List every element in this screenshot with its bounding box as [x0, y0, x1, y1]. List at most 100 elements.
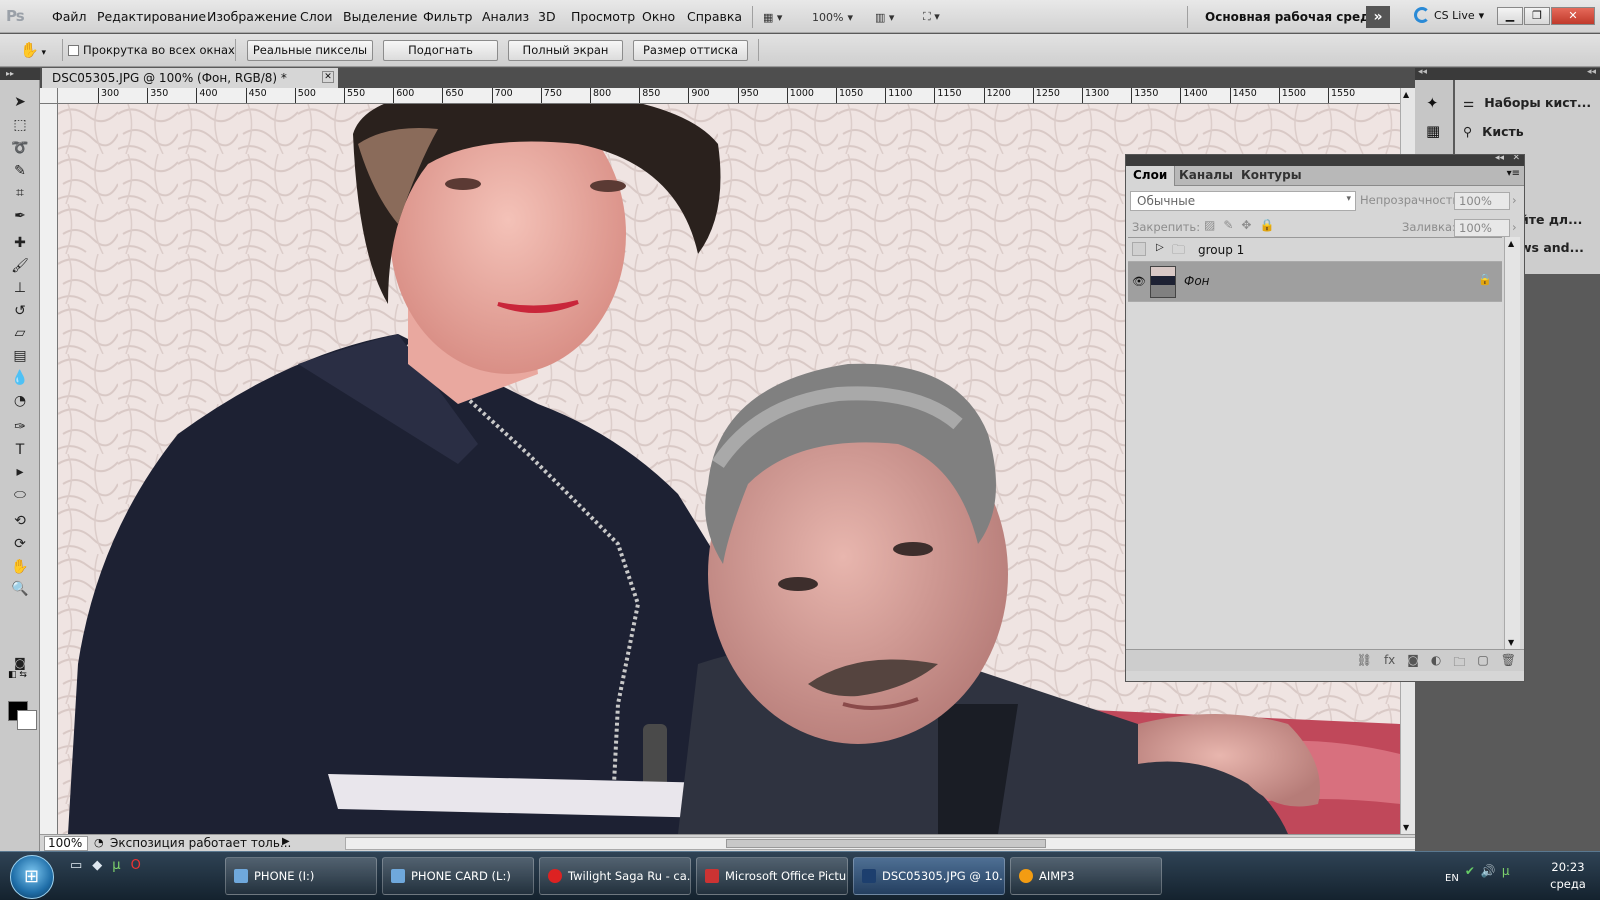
fill-field[interactable]: 100%: [1454, 219, 1510, 237]
menu-3d[interactable]: 3D: [538, 9, 556, 24]
eyedropper-tool-icon[interactable]: ✒: [9, 206, 31, 226]
horizontal-scrollbar[interactable]: [345, 837, 1425, 850]
taskbar-item-opera[interactable]: Twilight Saga Ru - ca...: [539, 857, 691, 895]
scroll-all-windows-checkbox[interactable]: Прокрутка во всех окнах: [68, 43, 235, 57]
menu-view[interactable]: Просмотр: [571, 9, 635, 24]
taskbar-item-aimp[interactable]: AIMP3: [1010, 857, 1162, 895]
lock-image-icon[interactable]: ✎: [1223, 218, 1233, 232]
background-color-swatch[interactable]: [17, 710, 37, 730]
healing-brush-tool-icon[interactable]: ✚: [9, 233, 31, 253]
zoom-level-select[interactable]: 100% ▾: [812, 7, 853, 27]
tab-paths[interactable]: Контуры: [1234, 166, 1309, 186]
adjustment-layer-icon[interactable]: ◐: [1431, 653, 1441, 674]
layer-row-background[interactable]: 👁 Фон 🔒: [1128, 262, 1502, 302]
brush-tool-icon[interactable]: 🖌: [9, 256, 31, 276]
volume-icon[interactable]: 🔊: [1481, 864, 1496, 878]
menu-edit[interactable]: Редактирование: [97, 9, 206, 24]
menu-filter[interactable]: Фильтр: [423, 9, 472, 24]
collapse-icon[interactable]: ◂◂: [1495, 155, 1504, 163]
lock-position-icon[interactable]: ✥: [1241, 218, 1251, 232]
eraser-tool-icon[interactable]: ▱: [9, 323, 31, 343]
pen-tool-icon[interactable]: ✑: [9, 417, 31, 437]
document-tab[interactable]: DSC05305.JPG @ 100% (Фон, RGB/8) * ✕: [42, 68, 338, 88]
menu-layers[interactable]: Слои: [300, 9, 333, 24]
new-group-icon[interactable]: 🗀: [1453, 653, 1465, 674]
cs-live-menu[interactable]: CS Live ▾: [1414, 7, 1484, 23]
move-tool-icon[interactable]: ➤: [9, 92, 31, 112]
collapse-icon[interactable]: ◂◂: [1418, 67, 1427, 77]
menu-window[interactable]: Окно: [642, 9, 675, 24]
opera-icon[interactable]: O: [131, 858, 141, 873]
language-indicator[interactable]: EN: [1445, 873, 1459, 884]
path-selection-tool-icon[interactable]: ▸: [9, 462, 31, 482]
screen-mode-toggle-button[interactable]: ⛶ ▾: [923, 7, 940, 27]
print-size-button[interactable]: Размер оттиска: [633, 40, 748, 61]
visibility-toggle[interactable]: [1132, 242, 1146, 256]
scroll-up-icon[interactable]: ▲: [1508, 239, 1514, 248]
arrange-documents-button[interactable]: ▥ ▾: [875, 7, 894, 27]
history-brush-tool-icon[interactable]: ↺: [9, 301, 31, 321]
show-desktop-icon[interactable]: ▭: [70, 858, 82, 873]
brush-presets-item[interactable]: ⚌ Наборы кист...: [1463, 95, 1591, 110]
menu-file[interactable]: Файл: [52, 9, 87, 24]
layers-scrollbar[interactable]: ▲ ▼: [1504, 237, 1520, 649]
menu-image[interactable]: Изображение: [207, 9, 297, 24]
scroll-down-icon[interactable]: ▼: [1508, 638, 1514, 647]
restore-button[interactable]: ❐: [1524, 7, 1550, 25]
actual-pixels-button[interactable]: Реальные пикселы: [247, 40, 373, 61]
utorrent-tray-icon[interactable]: µ: [1502, 864, 1510, 878]
fit-screen-button[interactable]: Подогнать: [383, 40, 498, 61]
clock[interactable]: 20:23 среда: [1540, 859, 1596, 893]
opacity-field[interactable]: 100%: [1454, 192, 1510, 210]
shape-tool-icon[interactable]: ⬭: [9, 485, 31, 505]
crop-tool-icon[interactable]: ⌗: [9, 183, 31, 203]
eye-icon[interactable]: 👁: [1132, 275, 1146, 288]
zoom-tool-icon[interactable]: 🔍: [9, 579, 31, 599]
hand-tool-icon[interactable]: ✋: [9, 557, 31, 577]
3d-rotate-tool-icon[interactable]: ⟲: [9, 511, 31, 531]
close-icon[interactable]: ✕: [1512, 155, 1520, 163]
delete-layer-icon[interactable]: 🗑: [1501, 653, 1516, 674]
taskbar-item-phone[interactable]: PHONE (I:): [225, 857, 377, 895]
add-mask-icon[interactable]: ◙: [1407, 653, 1419, 674]
gradient-tool-icon[interactable]: ▤: [9, 346, 31, 366]
fx-icon[interactable]: fx: [1384, 653, 1395, 674]
blur-tool-icon[interactable]: 💧: [9, 368, 31, 388]
network-icon[interactable]: ✔: [1465, 864, 1475, 878]
workspace-label[interactable]: Основная рабочая среда: [1205, 10, 1378, 24]
close-icon[interactable]: ✕: [322, 71, 334, 83]
scroll-down-icon[interactable]: ▼: [1403, 823, 1409, 832]
workspace-expand-button[interactable]: »: [1366, 6, 1390, 28]
marquee-tool-icon[interactable]: ⬚: [9, 115, 31, 135]
quick-mask-icon[interactable]: ◙: [9, 653, 31, 673]
screen-mode-button[interactable]: ▦ ▾: [763, 7, 782, 27]
status-info-icon[interactable]: ◔: [94, 836, 104, 849]
new-layer-icon[interactable]: ▢: [1477, 653, 1488, 674]
panel-menu-icon[interactable]: ▾≡: [1507, 168, 1520, 179]
type-tool-icon[interactable]: T: [9, 440, 31, 460]
clone-stamp-tool-icon[interactable]: ⊥: [9, 278, 31, 298]
menu-analysis[interactable]: Анализ: [482, 9, 529, 24]
layer-row-group[interactable]: ▷ 🗀 group 1: [1128, 238, 1502, 262]
link-layers-icon[interactable]: ⛓: [1357, 653, 1372, 674]
opacity-slider-arrow-icon[interactable]: ›: [1512, 193, 1517, 207]
minimize-button[interactable]: ▁: [1497, 7, 1523, 25]
blend-mode-select[interactable]: Обычные ▾: [1130, 191, 1356, 211]
tab-channels[interactable]: Каналы: [1172, 166, 1240, 186]
taskbar-item-office-picture[interactable]: Microsoft Office Pictu...: [696, 857, 848, 895]
hand-tool-preset-button[interactable]: ✋ ▾: [20, 41, 46, 59]
menu-select[interactable]: Выделение: [343, 9, 417, 24]
winrar-icon[interactable]: ◆: [92, 858, 102, 873]
lock-transparent-icon[interactable]: ▨: [1204, 218, 1215, 232]
taskbar-item-photoshop[interactable]: DSC05305.JPG @ 10...: [853, 857, 1005, 895]
brush-panel-icon[interactable]: ▦: [1426, 122, 1440, 140]
lock-all-icon[interactable]: 🔒: [1259, 218, 1274, 232]
fill-slider-arrow-icon[interactable]: ›: [1512, 220, 1517, 234]
dock-header[interactable]: ◂◂ ◂◂: [1415, 67, 1600, 80]
utorrent-icon[interactable]: µ: [112, 858, 120, 873]
tools-panel-header[interactable]: ▸▸: [0, 68, 40, 80]
layers-panel-titlebar[interactable]: ◂◂ ✕: [1126, 155, 1524, 166]
menu-help[interactable]: Справка: [687, 9, 742, 24]
scroll-up-icon[interactable]: ▲: [1403, 90, 1409, 99]
expand-triangle-icon[interactable]: ▷: [1156, 242, 1164, 253]
